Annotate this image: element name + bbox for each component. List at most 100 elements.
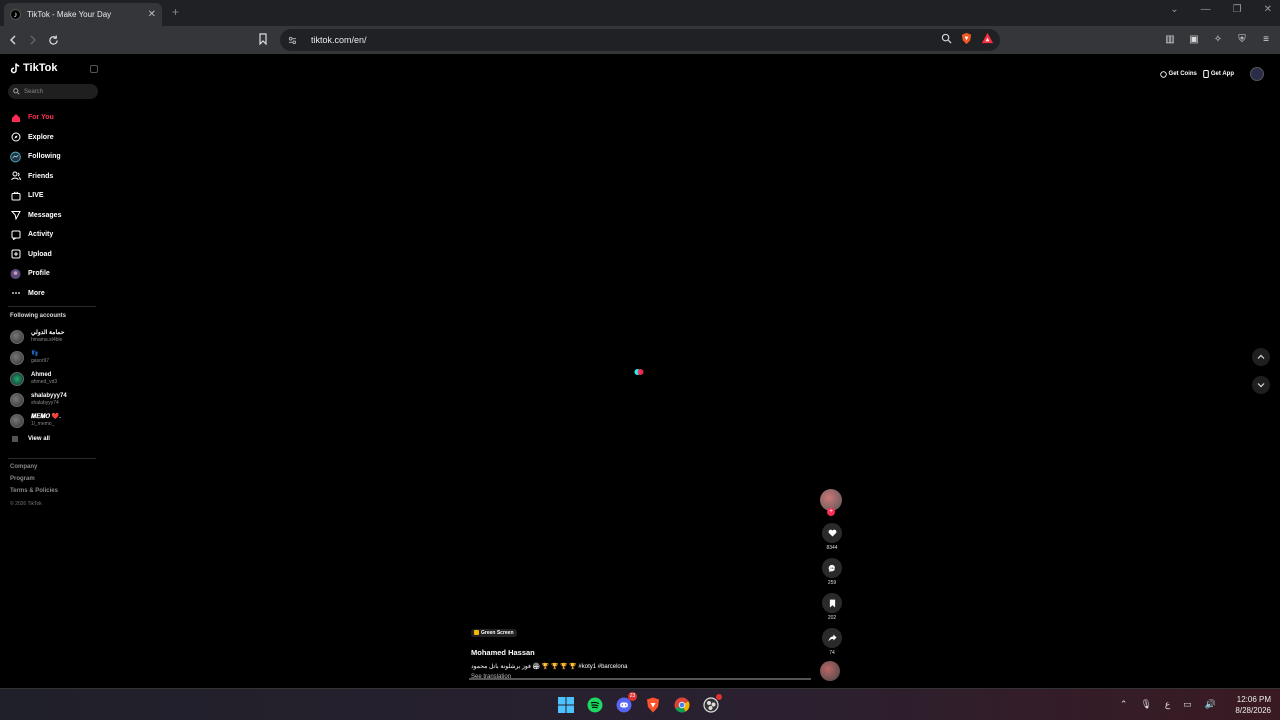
- restore-icon[interactable]: ❐: [1233, 4, 1242, 15]
- creator-avatar[interactable]: +: [820, 489, 842, 516]
- brave-rewards-icon[interactable]: [981, 32, 994, 45]
- vpn-shield-icon[interactable]: ⛨: [1236, 33, 1248, 45]
- get-app-button[interactable]: Get App: [1203, 70, 1234, 78]
- previous-video-button[interactable]: [1252, 348, 1270, 366]
- video-info: Green Screen Mohamed Hassan فوز برشلونة …: [471, 622, 627, 680]
- collapse-sidebar-icon[interactable]: [90, 65, 98, 73]
- nav-live[interactable]: LIVE: [10, 186, 61, 206]
- following-account[interactable]: 𝑴𝑬𝑴𝑶 ❤️. 1l_memo_: [10, 410, 67, 431]
- effect-icon: [474, 630, 479, 635]
- spotify-icon[interactable]: [586, 696, 604, 714]
- account-handle: gasor97: [31, 358, 50, 364]
- nav-label: Upload: [28, 250, 52, 258]
- search-placeholder: Search: [24, 88, 44, 95]
- tab-list-icon[interactable]: ⌄: [1170, 4, 1178, 15]
- upload-icon: [10, 249, 21, 260]
- tray-overflow-icon[interactable]: ⌃: [1120, 699, 1128, 710]
- account-name: حمامة الدولي: [31, 330, 65, 336]
- clock-time: 12:06 PM: [1236, 695, 1271, 704]
- like-button[interactable]: [822, 523, 842, 543]
- nav-profile[interactable]: Profile: [10, 264, 61, 284]
- discord-badge: 23: [628, 692, 637, 701]
- footer-link-terms[interactable]: Terms & Policies: [10, 488, 58, 500]
- comment-button[interactable]: [822, 558, 842, 578]
- music-disc-avatar[interactable]: [820, 661, 840, 681]
- chevron-up-icon: [1257, 354, 1265, 359]
- more-icon: [10, 288, 21, 299]
- taskbar-clock[interactable]: 12:06 PM 8/28/2026: [1235, 694, 1271, 716]
- reload-icon: [48, 34, 58, 45]
- nav-messages[interactable]: Messages: [10, 206, 61, 226]
- brave-shields-icon[interactable]: [960, 32, 973, 45]
- recording-dot: [716, 694, 722, 700]
- share-button[interactable]: [822, 628, 842, 648]
- address-bar[interactable]: tiktok.com/en/: [280, 29, 1000, 51]
- account-handle: 1l_memo_: [31, 421, 55, 427]
- nav-following[interactable]: Following: [10, 147, 61, 167]
- nav-upload[interactable]: Upload: [10, 245, 61, 265]
- browser-tab[interactable]: ♪ TikTok - Make Your Day ✕: [4, 3, 162, 26]
- wallet-icon[interactable]: ▣: [1188, 33, 1200, 45]
- chevron-down-icon: [1257, 383, 1265, 388]
- nav-label: Following: [28, 153, 61, 161]
- nav-label: For You: [28, 114, 54, 122]
- avatar: [10, 392, 24, 407]
- copyright: © 2026 TikTok: [10, 501, 42, 507]
- forward-button[interactable]: [25, 32, 41, 48]
- minimize-icon[interactable]: —: [1201, 4, 1211, 15]
- menu-icon[interactable]: ≡: [1260, 33, 1272, 45]
- close-window-icon[interactable]: ✕: [1264, 4, 1272, 15]
- save-action: 202: [820, 593, 844, 621]
- nav-label: Friends: [28, 172, 54, 180]
- discord-icon[interactable]: 23: [615, 692, 637, 714]
- footer-link-program[interactable]: Program: [10, 476, 58, 488]
- site-info-icon: [288, 36, 297, 44]
- comment-count: 259: [827, 580, 837, 586]
- follow-plus-icon[interactable]: +: [827, 508, 835, 516]
- comment-icon: [828, 564, 835, 572]
- language-indicator[interactable]: ع: [1165, 699, 1170, 710]
- close-tab-icon[interactable]: ✕: [148, 9, 156, 20]
- following-account[interactable]: 👣 gasor97: [10, 347, 67, 368]
- tiktok-logo[interactable]: TikTok: [10, 62, 57, 74]
- nav-more[interactable]: More: [10, 284, 61, 304]
- nav-for-you[interactable]: For You: [10, 108, 61, 128]
- windows-start-icon[interactable]: [557, 696, 575, 714]
- network-icon[interactable]: ▭: [1183, 699, 1192, 710]
- video-progress-bar[interactable]: [469, 678, 811, 680]
- volume-icon[interactable]: 🔊: [1205, 699, 1216, 710]
- following-account[interactable]: shalabyyy74 shalabyyy74: [10, 389, 67, 410]
- following-account[interactable]: حمامة الدولي hmama.st4ble: [10, 326, 67, 347]
- avatar: [10, 371, 24, 386]
- coin-icon: [1159, 70, 1167, 78]
- back-button[interactable]: [5, 32, 21, 48]
- view-all-button[interactable]: View all: [12, 431, 67, 447]
- reload-button[interactable]: [45, 32, 61, 48]
- search-input[interactable]: Search: [8, 84, 98, 99]
- forward-arrow-icon: [30, 35, 36, 45]
- bookmark-icon[interactable]: [258, 33, 268, 45]
- clock-date: 8/28/2026: [1235, 706, 1271, 715]
- save-count: 202: [827, 615, 837, 621]
- save-button[interactable]: [822, 593, 842, 613]
- nav-activity[interactable]: Activity: [10, 225, 61, 245]
- footer-link-company[interactable]: Company: [10, 464, 58, 476]
- chrome-icon[interactable]: [673, 696, 691, 714]
- creator-name[interactable]: Mohamed Hassan: [471, 648, 627, 657]
- following-avatar-icon: [10, 151, 21, 163]
- leo-ai-icon[interactable]: ✧: [1212, 33, 1224, 45]
- nav-friends[interactable]: Friends: [10, 167, 61, 187]
- brave-icon[interactable]: [644, 696, 662, 714]
- new-tab-button[interactable]: +: [172, 5, 179, 19]
- zoom-icon[interactable]: [941, 33, 952, 44]
- get-coins-button[interactable]: Get Coins: [1159, 70, 1197, 78]
- next-video-button[interactable]: [1252, 376, 1270, 394]
- microphone-icon[interactable]: 🎙: [1140, 699, 1151, 710]
- user-avatar[interactable]: [1250, 67, 1264, 81]
- effect-tag[interactable]: Green Screen: [471, 628, 517, 637]
- obs-icon[interactable]: [702, 694, 722, 714]
- sidebar-toggle-icon[interactable]: ▥: [1164, 33, 1176, 45]
- share-count: 74: [829, 650, 835, 656]
- following-account[interactable]: Ahmed ahmed_vd3: [10, 368, 67, 389]
- nav-explore[interactable]: Explore: [10, 128, 61, 148]
